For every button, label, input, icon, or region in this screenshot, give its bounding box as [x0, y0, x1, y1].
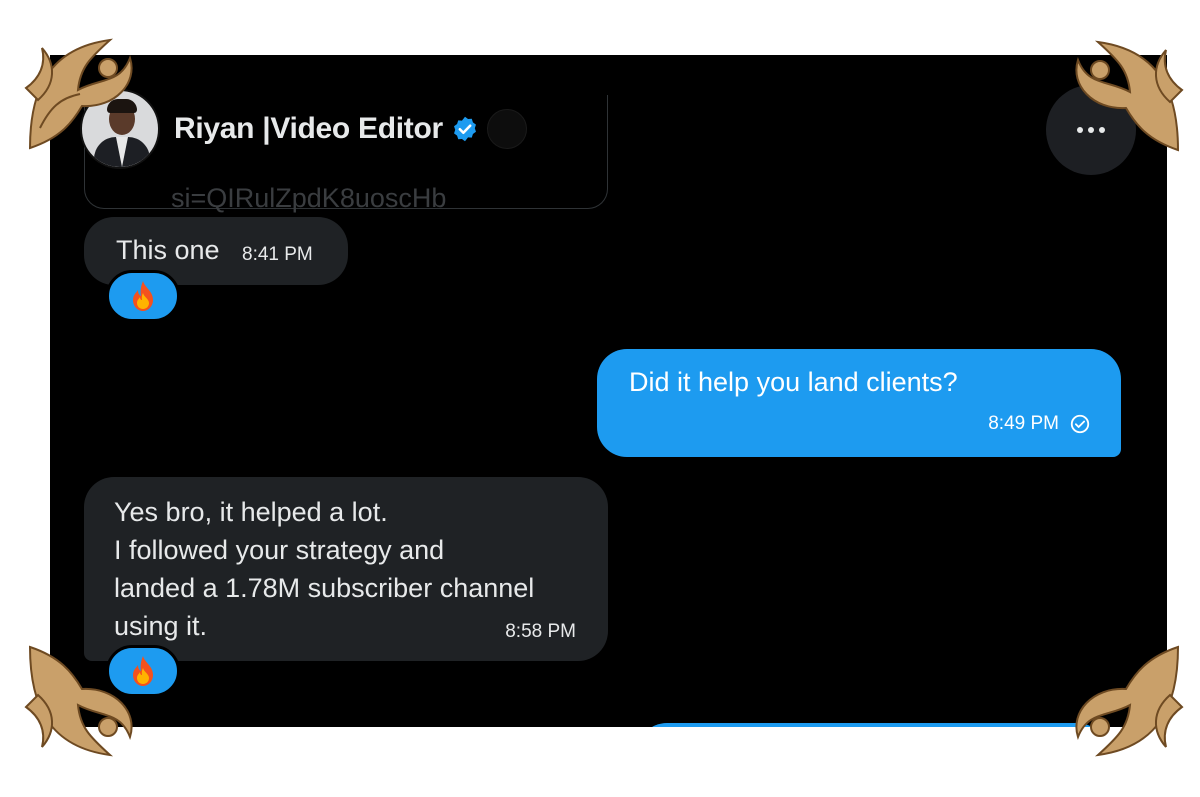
ornament-top-right: [1075, 40, 1184, 152]
ornament-top-left: [24, 38, 133, 150]
message-bubble-incoming[interactable]: Yes bro, it helped a lot. I followed you…: [84, 477, 608, 661]
message-bubble-outgoing[interactable]: Did it help you land clients? 8:49 PM: [597, 349, 1121, 457]
ornament-bottom-left: [24, 645, 133, 757]
message-text: This one: [116, 235, 220, 265]
message-bubble-outgoing-partial[interactable]: [637, 723, 1107, 727]
contact-name[interactable]: Riyan |Video Editor: [174, 112, 443, 146]
message-text-line: Yes bro, it helped a lot.: [114, 497, 388, 527]
message-text-line: landed a 1.78M subscriber channel: [114, 573, 535, 603]
message-timestamp: 8:41 PM: [242, 244, 313, 265]
ornament-bottom-right: [1075, 645, 1184, 757]
header-ghost-button: [486, 109, 527, 149]
message-text-line: I followed your strategy and: [114, 535, 445, 565]
fire-reaction-badge[interactable]: [106, 270, 180, 322]
message-timestamp: 8:58 PM: [505, 621, 576, 642]
sent-check-icon: [1070, 414, 1090, 434]
dm-conversation: si=QIRulZpdK8uoscHb Riyan |Video Editor …: [50, 55, 1167, 727]
message-text: Did it help you land clients?: [629, 367, 958, 397]
message-timestamp: 8:49 PM: [988, 413, 1059, 434]
verified-badge-icon: [453, 116, 476, 142]
link-card-url-text: si=QIRulZpdK8uoscHb: [171, 183, 447, 213]
fire-icon: [133, 281, 153, 311]
